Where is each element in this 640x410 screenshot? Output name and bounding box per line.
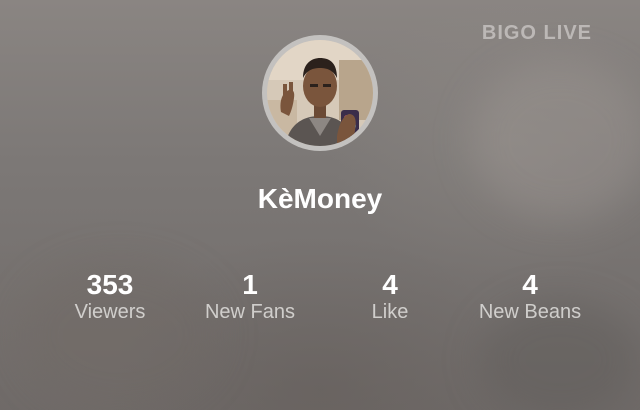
bigo-live-logo: BIGO LIVE <box>481 22 592 44</box>
live-end-screen: BIGO LIVE KèMoney 353 Viewers 1 New Fans… <box>0 0 640 410</box>
avatar[interactable] <box>262 35 378 151</box>
stat-value: 4 <box>382 269 398 300</box>
avatar-photo <box>267 40 373 146</box>
stat-like: 4 Like <box>310 270 470 324</box>
stat-new-fans: 1 New Fans <box>170 270 330 324</box>
stat-value: 353 <box>86 269 134 300</box>
username: KèMoney <box>257 183 383 214</box>
stat-value: 1 <box>242 269 258 300</box>
stat-viewers: 353 Viewers <box>30 270 190 324</box>
stat-label: Like <box>371 301 409 323</box>
stat-new-beans: 4 New Beans <box>450 270 610 324</box>
stat-label: New Beans <box>478 301 582 323</box>
stat-label: Viewers <box>74 301 146 323</box>
stat-label: New Fans <box>204 301 296 323</box>
stat-value: 4 <box>522 269 538 300</box>
